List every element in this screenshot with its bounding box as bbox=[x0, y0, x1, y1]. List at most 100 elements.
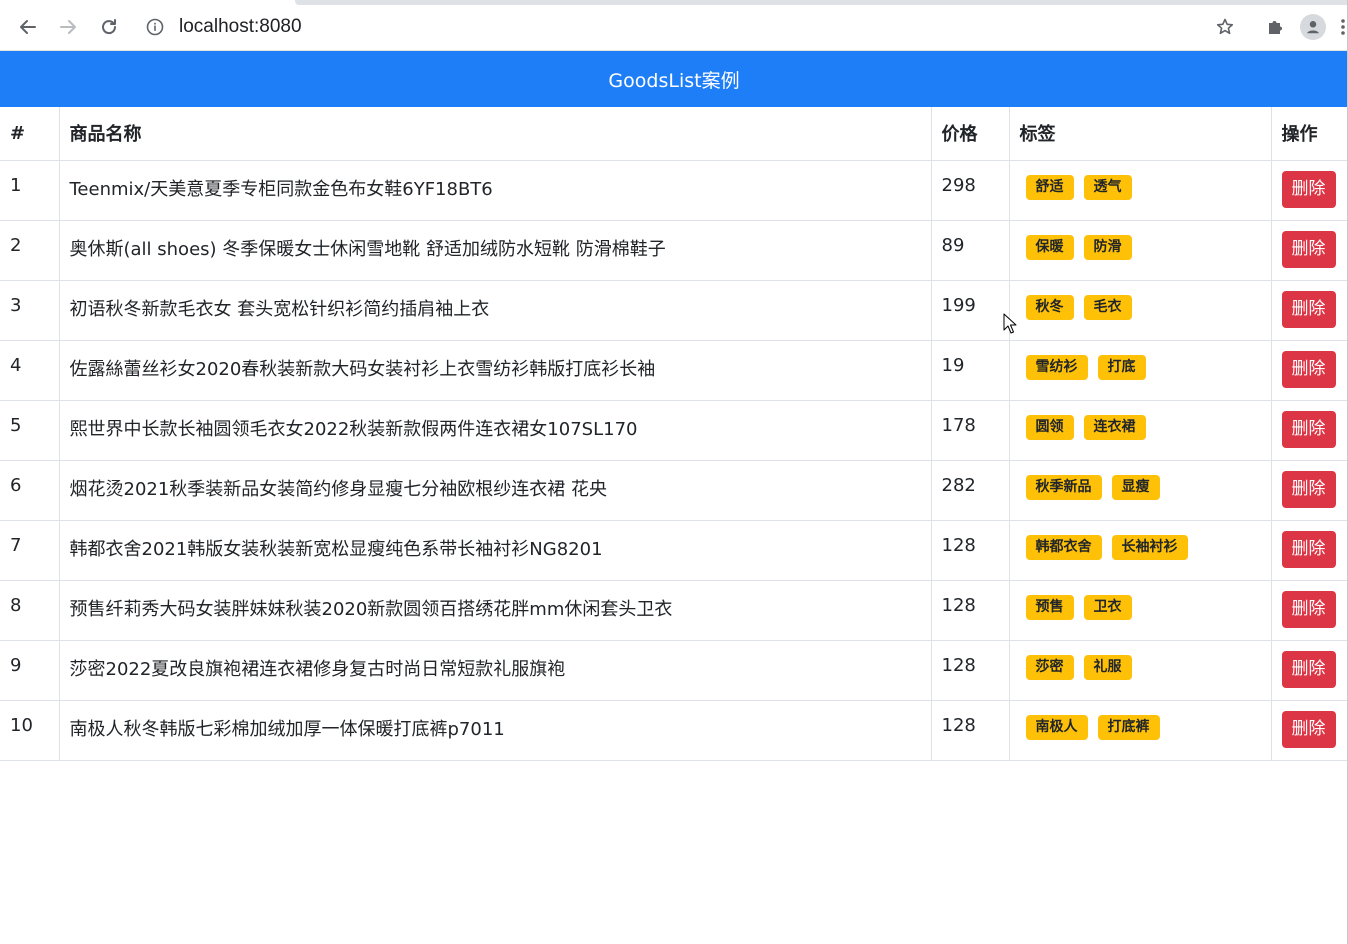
tag-badge: 雪纺衫 bbox=[1025, 354, 1088, 380]
tag-badge: 长袖衬衫 bbox=[1111, 534, 1188, 560]
delete-button[interactable]: 删除 bbox=[1281, 470, 1336, 508]
extensions-puzzle-icon[interactable] bbox=[1260, 17, 1290, 37]
row-index: 7 bbox=[0, 520, 60, 581]
row-index: 9 bbox=[0, 640, 60, 701]
back-arrow-icon bbox=[20, 20, 36, 34]
row-index: 3 bbox=[0, 280, 60, 341]
row-index: 5 bbox=[0, 400, 60, 461]
tag-badge: 礼服 bbox=[1083, 654, 1132, 680]
tag-badge: 打底裤 bbox=[1097, 714, 1160, 740]
tag-badge: 显瘦 bbox=[1111, 474, 1160, 500]
delete-button[interactable]: 删除 bbox=[1281, 170, 1336, 208]
product-name: 初语秋冬新款毛衣女 套头宽松针织衫简约插肩袖上衣 bbox=[59, 280, 932, 341]
delete-button[interactable]: 删除 bbox=[1281, 230, 1336, 268]
tag-badge: 打底 bbox=[1097, 354, 1146, 380]
delete-button[interactable]: 删除 bbox=[1281, 350, 1336, 388]
product-price: 89 bbox=[931, 220, 1010, 281]
forward-button[interactable] bbox=[53, 12, 83, 42]
table-row: 3 初语秋冬新款毛衣女 套头宽松针织衫简约插肩袖上衣 199 秋冬 毛衣 删除 bbox=[0, 280, 1348, 341]
bookmark-star-icon[interactable] bbox=[1210, 17, 1240, 37]
product-tags: 南极人 打底裤 bbox=[1009, 700, 1272, 761]
product-tags: 秋冬 毛衣 bbox=[1009, 280, 1272, 341]
header-action: 操作 bbox=[1271, 107, 1348, 161]
product-tags: 保暖 防滑 bbox=[1009, 220, 1272, 281]
product-name: 烟花烫2021秋季装新品女装简约修身显瘦七分袖欧根纱连衣裙 花央 bbox=[59, 460, 932, 521]
tag-badge: 连衣裙 bbox=[1083, 414, 1146, 440]
tag-badge: 秋季新品 bbox=[1025, 474, 1102, 500]
goods-table: # 商品名称 价格 标签 操作 1 Teenmix/天美意夏季专柜同款金色布女鞋6… bbox=[0, 107, 1348, 761]
row-actions: 删除 bbox=[1271, 220, 1348, 281]
tag-badge: 秋冬 bbox=[1025, 294, 1074, 320]
avatar-icon bbox=[1300, 14, 1326, 40]
tag-badge: 圆领 bbox=[1025, 414, 1074, 440]
product-name: 南极人秋冬韩版七彩棉加绒加厚一体保暖打底裤p7011 bbox=[59, 700, 932, 761]
delete-button[interactable]: 删除 bbox=[1281, 290, 1336, 328]
back-button[interactable] bbox=[13, 12, 43, 42]
row-index: 1 bbox=[0, 160, 60, 221]
row-actions: 删除 bbox=[1271, 700, 1348, 761]
row-actions: 删除 bbox=[1271, 580, 1348, 641]
url-text[interactable]: localhost:8080 bbox=[179, 16, 302, 38]
forward-arrow-icon bbox=[60, 20, 76, 34]
header-index: # bbox=[0, 107, 60, 161]
row-index: 2 bbox=[0, 220, 60, 281]
product-name: 奥休斯(all shoes) 冬季保暖女士休闲雪地靴 舒适加绒防水短靴 防滑棉鞋… bbox=[59, 220, 932, 281]
table-row: 10 南极人秋冬韩版七彩棉加绒加厚一体保暖打底裤p7011 128 南极人 打底裤 删除 bbox=[0, 700, 1348, 761]
tag-badge: 毛衣 bbox=[1083, 294, 1132, 320]
product-price: 178 bbox=[931, 400, 1010, 461]
product-tags: 雪纺衫 打底 bbox=[1009, 340, 1272, 401]
tag-badge: 南极人 bbox=[1025, 714, 1088, 740]
mouse-cursor-icon bbox=[1003, 313, 1017, 334]
reload-button[interactable] bbox=[94, 12, 124, 42]
row-index: 4 bbox=[0, 340, 60, 401]
product-tags: 舒适 透气 bbox=[1009, 160, 1272, 221]
tag-badge: 莎密 bbox=[1025, 654, 1074, 680]
row-actions: 删除 bbox=[1271, 520, 1348, 581]
product-name: Teenmix/天美意夏季专柜同款金色布女鞋6YF18BT6 bbox=[59, 160, 932, 221]
product-tags: 韩都衣舍 长袖衬衫 bbox=[1009, 520, 1272, 581]
product-price: 282 bbox=[931, 460, 1010, 521]
product-tags: 预售 卫衣 bbox=[1009, 580, 1272, 641]
profile-avatar[interactable] bbox=[1298, 14, 1328, 40]
table-row: 2 奥休斯(all shoes) 冬季保暖女士休闲雪地靴 舒适加绒防水短靴 防滑棉… bbox=[0, 220, 1348, 281]
delete-button[interactable]: 删除 bbox=[1281, 590, 1336, 628]
header-tags: 标签 bbox=[1009, 107, 1272, 161]
header-price: 价格 bbox=[931, 107, 1010, 161]
table-row: 6 烟花烫2021秋季装新品女装简约修身显瘦七分袖欧根纱连衣裙 花央 282 秋季新品… bbox=[0, 460, 1348, 521]
product-name: 莎密2022夏改良旗袍裙连衣裙修身复古时尚日常短款礼服旗袍 bbox=[59, 640, 932, 701]
delete-button[interactable]: 删除 bbox=[1281, 710, 1336, 748]
table-row: 8 预售纤莉秀大码女装胖妹妹秋装2020新款圆领百搭绣花胖mm休闲套头卫衣 128 预… bbox=[0, 580, 1348, 641]
product-price: 128 bbox=[931, 520, 1010, 581]
row-actions: 删除 bbox=[1271, 640, 1348, 701]
info-icon[interactable] bbox=[146, 18, 164, 36]
row-actions: 删除 bbox=[1271, 460, 1348, 521]
product-name: 预售纤莉秀大码女装胖妹妹秋装2020新款圆领百搭绣花胖mm休闲套头卫衣 bbox=[59, 580, 932, 641]
product-tags: 秋季新品 显瘦 bbox=[1009, 460, 1272, 521]
delete-button[interactable]: 删除 bbox=[1281, 530, 1336, 568]
tag-badge: 透气 bbox=[1083, 174, 1132, 200]
product-price: 128 bbox=[931, 580, 1010, 641]
row-index: 6 bbox=[0, 460, 60, 521]
product-price: 128 bbox=[931, 700, 1010, 761]
product-tags: 莎密 礼服 bbox=[1009, 640, 1272, 701]
row-actions: 删除 bbox=[1271, 340, 1348, 401]
browser-actions bbox=[1210, 12, 1348, 42]
table-row: 1 Teenmix/天美意夏季专柜同款金色布女鞋6YF18BT6 298 舒适 透气 删除 bbox=[0, 160, 1348, 221]
delete-button[interactable]: 删除 bbox=[1281, 650, 1336, 688]
tab-strip bbox=[295, 0, 1348, 5]
row-index: 8 bbox=[0, 580, 60, 641]
tag-badge: 韩都衣舍 bbox=[1025, 534, 1102, 560]
app-header: GoodsList案例 bbox=[0, 51, 1348, 107]
table-row: 7 韩都衣舍2021韩版女装秋装新宽松显瘦纯色系带长袖衬衫NG8201 128 韩都衣… bbox=[0, 520, 1348, 581]
product-name: 熙世界中长款长袖圆领毛衣女2022秋装新款假两件连衣裙女107SL170 bbox=[59, 400, 932, 461]
delete-button[interactable]: 删除 bbox=[1281, 410, 1336, 448]
table-row: 9 莎密2022夏改良旗袍裙连衣裙修身复古时尚日常短款礼服旗袍 128 莎密 礼服 删除 bbox=[0, 640, 1348, 701]
table-header-row: # 商品名称 价格 标签 操作 bbox=[0, 107, 1348, 161]
address-bar[interactable]: localhost:8080 bbox=[146, 12, 302, 42]
row-actions: 删除 bbox=[1271, 400, 1348, 461]
product-name: 佐露絲蕾丝衫女2020春秋装新款大码女装衬衫上衣雪纺衫韩版打底衫长袖 bbox=[59, 340, 932, 401]
tag-badge: 预售 bbox=[1025, 594, 1074, 620]
row-actions: 删除 bbox=[1271, 160, 1348, 221]
product-price: 128 bbox=[931, 640, 1010, 701]
product-price: 298 bbox=[931, 160, 1010, 221]
